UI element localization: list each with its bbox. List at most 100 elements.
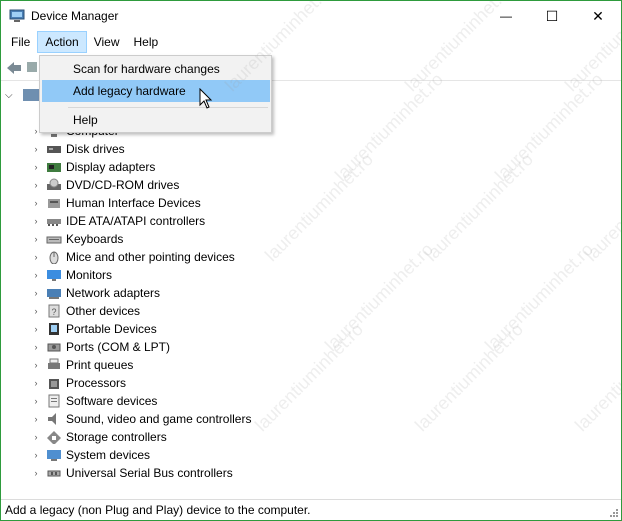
tree-item-keyboard[interactable]: › Keyboards [29, 230, 124, 248]
tree-item-storage-controller[interactable]: › Storage controllers [29, 428, 167, 446]
menu-separator [68, 107, 268, 108]
expand-chevron-icon[interactable]: › [29, 234, 43, 244]
expand-chevron-icon[interactable]: › [29, 396, 43, 406]
tree-item-label: Storage controllers [66, 430, 167, 444]
title-bar[interactable]: Device Manager — ☐ ✕ [1, 1, 621, 31]
expand-chevron-icon[interactable]: › [29, 180, 43, 190]
action-dropdown-menu: Scan for hardware changes Add legacy har… [39, 55, 272, 133]
tree-item-sound[interactable]: › Sound, video and game controllers [29, 410, 252, 428]
tree-item-ide-controller[interactable]: › IDE ATA/ATAPI controllers [29, 212, 206, 230]
minimize-button[interactable]: — [483, 1, 529, 31]
expand-chevron-icon[interactable]: › [29, 432, 43, 442]
device-manager-window: Device Manager — ☐ ✕ File Action View He… [0, 0, 622, 521]
menu-item-add-legacy-hardware[interactable]: Add legacy hardware [42, 80, 270, 102]
expand-chevron-icon[interactable]: › [29, 198, 43, 208]
menu-help[interactable]: Help [127, 31, 166, 53]
maximize-button[interactable]: ☐ [529, 1, 575, 31]
mouse-cursor-icon [199, 88, 213, 109]
tree-item-label: Other devices [66, 304, 141, 318]
tree-item-disk-drive[interactable]: › Disk drives [29, 140, 125, 158]
expand-chevron-icon[interactable]: › [29, 162, 43, 172]
expand-chevron-icon[interactable]: › [29, 450, 43, 460]
menu-action[interactable]: Action [37, 31, 87, 53]
tree-item-label: Ports (COM & LPT) [66, 340, 171, 354]
status-bar: Add a legacy (non Plug and Play) device … [1, 499, 621, 520]
tree-item-network-adapter[interactable]: › Network adapters [29, 284, 161, 302]
menu-file[interactable]: File [4, 31, 37, 53]
hid-icon [46, 196, 62, 210]
expand-chevron-icon[interactable]: › [29, 306, 43, 316]
tree-item-printer[interactable]: › Print queues [29, 356, 134, 374]
tree-item-label: Monitors [66, 268, 113, 282]
close-button[interactable]: ✕ [575, 1, 621, 31]
tree-item-label: Network adapters [66, 286, 161, 300]
network-adapter-icon [46, 286, 62, 300]
keyboard-icon [46, 232, 62, 246]
sound-icon [46, 412, 62, 426]
tree-item-processor[interactable]: › Processors [29, 374, 127, 392]
tree-item-system-device[interactable]: › System devices [29, 446, 151, 464]
back-arrow-icon[interactable] [6, 61, 22, 75]
dvd-drive-icon [46, 178, 62, 192]
menu-view[interactable]: View [87, 31, 127, 53]
chevron-down-icon[interactable]: ⌵ [5, 90, 19, 101]
expand-chevron-icon[interactable]: › [29, 252, 43, 262]
toolbar-button-icon[interactable] [27, 62, 37, 72]
maximize-icon: ☐ [545, 7, 559, 24]
close-icon: ✕ [592, 7, 604, 24]
usb-icon [46, 466, 62, 480]
display-adapter-icon [46, 160, 62, 174]
system-device-icon [46, 448, 62, 462]
minimize-icon: — [500, 9, 512, 23]
tree-item-label: Mice and other pointing devices [66, 250, 235, 264]
tree-item-port[interactable]: › Ports (COM & LPT) [29, 338, 171, 356]
mouse-icon [46, 250, 62, 264]
tree-item-dvd-drive[interactable]: › DVD/CD-ROM drives [29, 176, 180, 194]
expand-chevron-icon[interactable]: › [29, 468, 43, 478]
tree-item-label: Software devices [66, 394, 158, 408]
resize-grip-icon[interactable] [609, 508, 619, 518]
tree-item-portable-device[interactable]: › Portable Devices [29, 320, 157, 338]
expand-chevron-icon[interactable]: › [29, 378, 43, 388]
tree-item-mouse[interactable]: › Mice and other pointing devices [29, 248, 235, 266]
tree-item-hid[interactable]: › Human Interface Devices [29, 194, 201, 212]
expand-chevron-icon[interactable]: › [29, 288, 43, 298]
processor-icon [46, 376, 62, 390]
printer-icon [46, 358, 62, 372]
monitor-icon [46, 268, 62, 282]
expand-chevron-icon[interactable]: › [29, 270, 43, 280]
tree-item-other-devices[interactable]: ›? Other devices [29, 302, 141, 320]
tree-item-label: Disk drives [66, 142, 125, 156]
expand-chevron-icon[interactable]: › [29, 414, 43, 424]
expand-chevron-icon[interactable]: › [29, 216, 43, 226]
device-manager-app-icon [9, 9, 25, 22]
tree-item-usb[interactable]: › Universal Serial Bus controllers [29, 464, 233, 482]
window-title: Device Manager [31, 9, 119, 23]
menu-bar: File Action View Help [1, 31, 621, 53]
tree-item-label: Display adapters [66, 160, 156, 174]
computer-root-icon [23, 89, 39, 101]
status-text: Add a legacy (non Plug and Play) device … [5, 503, 311, 517]
expand-chevron-icon[interactable]: › [29, 324, 43, 334]
port-icon [46, 340, 62, 354]
svg-text:?: ? [51, 307, 56, 317]
tree-item-display-adapter[interactable]: › Display adapters [29, 158, 156, 176]
other-devices-icon: ? [46, 304, 62, 318]
disk-drive-icon [46, 142, 62, 156]
tree-item-software-device[interactable]: › Software devices [29, 392, 158, 410]
tree-item-label: Sound, video and game controllers [66, 412, 252, 426]
portable-device-icon [46, 322, 62, 336]
tree-item-label: IDE ATA/ATAPI controllers [66, 214, 206, 228]
storage-controller-icon [46, 430, 62, 444]
expand-chevron-icon[interactable]: › [29, 342, 43, 352]
tree-root[interactable]: ⌵ [5, 86, 39, 104]
expand-chevron-icon[interactable]: › [29, 360, 43, 370]
device-tree[interactable]: ⌵ ›Computer›Disk drives›Display adapters… [1, 82, 621, 499]
expand-chevron-icon[interactable]: › [29, 144, 43, 154]
tree-item-label: Keyboards [66, 232, 124, 246]
tree-item-monitor[interactable]: › Monitors [29, 266, 113, 284]
tree-item-label: Universal Serial Bus controllers [66, 466, 233, 480]
menu-item-help[interactable]: Help [42, 109, 270, 131]
ide-controller-icon [46, 214, 62, 228]
menu-item-scan-hardware[interactable]: Scan for hardware changes [42, 58, 270, 80]
